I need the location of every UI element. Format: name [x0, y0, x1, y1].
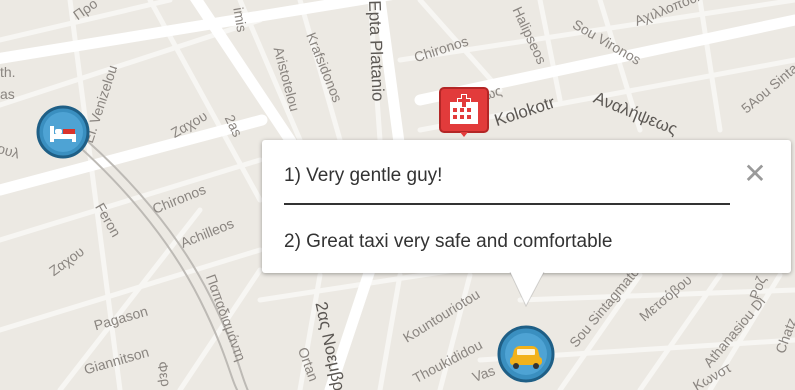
close-button[interactable]: ✕ [739, 158, 771, 190]
review-item: 2) Great taxi very safe and comfortable [284, 231, 613, 252]
bed-icon [36, 105, 90, 159]
close-icon: ✕ [743, 158, 767, 189]
popup-pointer [509, 272, 545, 308]
street-label: th. [0, 64, 16, 80]
street-label: as [0, 86, 15, 102]
divider [284, 203, 730, 205]
taxi-icon [497, 325, 555, 383]
hotel-marker[interactable] [35, 104, 91, 160]
review-item: 1) Very gentle guy! [284, 165, 443, 186]
street-label: Epta Platanio [365, 0, 388, 102]
hospital-icon [439, 87, 489, 137]
review-popup: 1) Very gentle guy! 2) Great taxi very s… [262, 140, 791, 273]
hospital-marker[interactable] [438, 86, 490, 138]
taxi-marker[interactable] [496, 324, 556, 384]
map-canvas[interactable]: Προ El. Venizelou Ζαχου 2as imis Aristot… [0, 0, 795, 390]
